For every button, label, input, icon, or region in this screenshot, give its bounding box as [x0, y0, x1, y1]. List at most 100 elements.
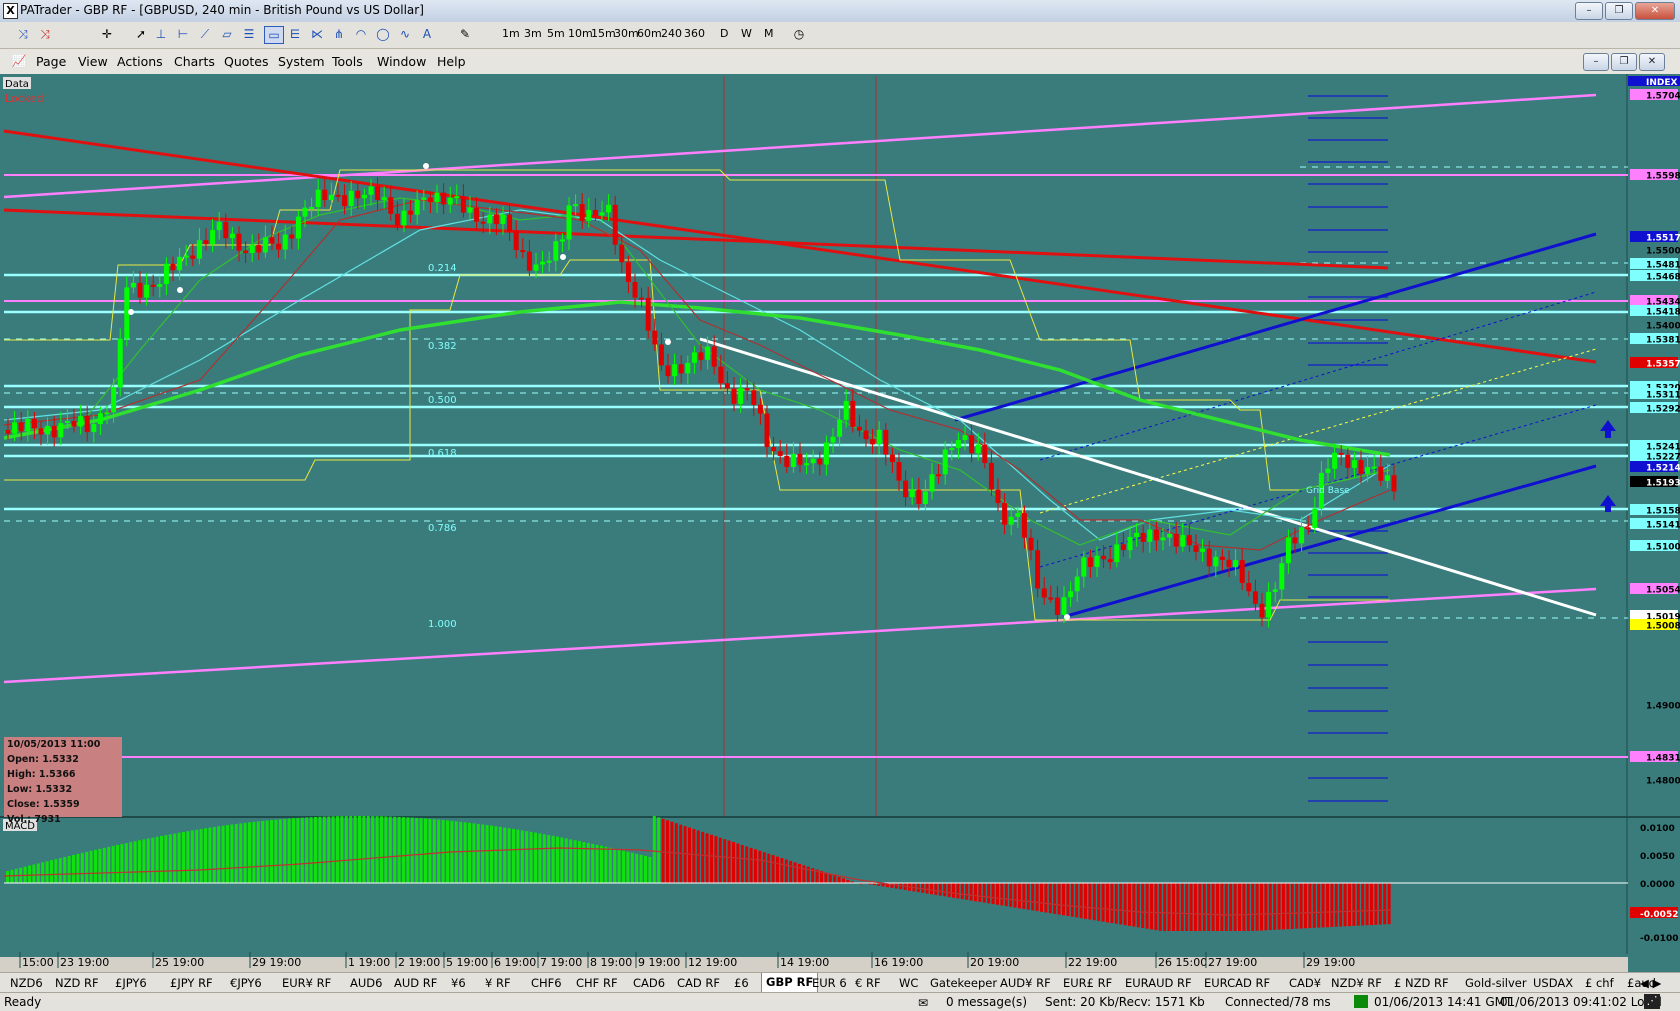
tab--nzd-rf[interactable]: £ NZD RF [1394, 976, 1449, 990]
resize-grip-icon[interactable]: ⋰ [1644, 994, 1660, 1009]
macd-bar [569, 839, 572, 883]
macd-bar [406, 817, 409, 883]
pen-icon[interactable]: ✎ [456, 26, 474, 42]
fib-fan-icon[interactable]: ⋿ [286, 26, 304, 42]
candle-body [19, 422, 24, 431]
status-messages[interactable]: 0 message(s) [946, 995, 1027, 1009]
ellipse-icon[interactable]: ◯ [374, 26, 392, 42]
text-icon[interactable]: A [418, 26, 436, 42]
mdi-close-button[interactable]: ✕ [1639, 53, 1665, 71]
tab-chf6[interactable]: CHF6 [531, 976, 562, 990]
trendline-icon[interactable]: ⟋ [196, 26, 214, 42]
timeframe-10m[interactable]: 10m [568, 27, 593, 40]
tab--jpy-rf[interactable]: £JPY RF [170, 976, 213, 990]
tab--rf[interactable]: ¥ RF [485, 976, 511, 990]
tab-eur-6[interactable]: EUR 6 [812, 976, 847, 990]
close-button[interactable]: ✕ [1635, 2, 1675, 20]
tab-cad-rf[interactable]: CAD RF [677, 976, 720, 990]
minimize-button[interactable]: – [1575, 2, 1603, 20]
candle-body [1121, 544, 1126, 550]
tab-chf-rf[interactable]: CHF RF [576, 976, 618, 990]
menu-actions[interactable]: Actions [117, 54, 163, 69]
menu-tools[interactable]: Tools [332, 54, 363, 69]
candle-body [276, 244, 281, 250]
gann-icon[interactable]: ⋉ [308, 26, 326, 42]
arc-icon[interactable]: ◠ [352, 26, 370, 42]
menu-system[interactable]: System [278, 54, 325, 69]
horizontal-line-icon[interactable]: ⊥ [152, 26, 170, 42]
mdi-minimize-button[interactable]: – [1583, 53, 1609, 71]
price-chart[interactable]: 0.214 0.382 0.500 0.618 0.786 1.000 Grid… [0, 74, 1680, 976]
tab-cad-[interactable]: CAD¥ [1289, 976, 1321, 990]
candle-body [78, 416, 83, 426]
tab--jpy6[interactable]: €JPY6 [230, 976, 262, 990]
timeframe-360[interactable]: 360 [684, 27, 705, 40]
candle-body [1345, 455, 1350, 468]
vertical-line-icon[interactable]: ⊢ [174, 26, 192, 42]
timeframe-d[interactable]: D [720, 27, 728, 40]
tab-wc[interactable]: WC [899, 976, 918, 990]
timeframe-w[interactable]: W [741, 27, 752, 40]
timeframe-3m[interactable]: 3m [524, 27, 542, 40]
maximize-button[interactable]: ❐ [1605, 2, 1633, 20]
crosshair-icon[interactable]: ✛ [98, 26, 116, 42]
tab-gbp-rf[interactable]: GBP RF [761, 973, 818, 993]
tab-gold-silver[interactable]: Gold-silver [1465, 976, 1527, 990]
menu-view[interactable]: View [78, 54, 108, 69]
tab-nzd6[interactable]: NZD6 [10, 976, 43, 990]
timeframe-5m[interactable]: 5m [547, 27, 565, 40]
menu-quotes[interactable]: Quotes [224, 54, 269, 69]
timeframe-15m[interactable]: 15m [591, 27, 616, 40]
price-tag: 1.5400 [1646, 322, 1680, 332]
tab--rf[interactable]: € RF [855, 976, 881, 990]
chart-menu-icon[interactable]: 📈 [10, 53, 28, 69]
tab-cad6[interactable]: CAD6 [633, 976, 665, 990]
candle-body [798, 454, 803, 465]
tab-aud6[interactable]: AUD6 [350, 976, 382, 990]
macd-bar [204, 828, 207, 883]
tab-nzd-rf[interactable]: NZD¥ RF [1331, 976, 1382, 990]
tab--6[interactable]: £6 [734, 976, 749, 990]
rectangle-icon[interactable]: ▭ [264, 26, 284, 44]
mdi-restore-button[interactable]: ❐ [1611, 53, 1637, 71]
tab-eur-rf[interactable]: EUR£ RF [1063, 976, 1112, 990]
menu-page[interactable]: Page [36, 54, 66, 69]
pitchfork-icon[interactable]: ⋔ [330, 26, 348, 42]
candle-body [501, 215, 506, 224]
fib-icon[interactable]: ☰ [240, 26, 258, 42]
tab--jpy6[interactable]: £JPY6 [115, 976, 147, 990]
menu-help[interactable]: Help [437, 54, 466, 69]
candle-body [738, 388, 743, 404]
tab-scroll-arrows[interactable]: ◀ ▶ [1640, 976, 1661, 990]
candle-body [923, 492, 928, 504]
menu-window[interactable]: Window [377, 54, 426, 69]
wave-icon[interactable]: ∿ [396, 26, 414, 42]
tab--6[interactable]: ¥6 [451, 976, 466, 990]
tab-eurcad-rf[interactable]: EURCAD RF [1204, 976, 1270, 990]
macd-bar [1273, 883, 1276, 930]
timeframe-60m[interactable]: 60m [637, 27, 662, 40]
tab--chf[interactable]: £ chf [1585, 976, 1614, 990]
clock-icon[interactable]: ◷ [790, 26, 808, 42]
price-tag: 1.5214 [1646, 464, 1680, 474]
timeframe-30m[interactable]: 30m [614, 27, 639, 40]
macd-bar [926, 883, 929, 893]
menu-charts[interactable]: Charts [174, 54, 215, 69]
arrange2-icon[interactable]: ⤨ [36, 26, 54, 42]
tab-eur-rf[interactable]: EUR¥ RF [282, 976, 331, 990]
timeframe-m[interactable]: M [764, 27, 774, 40]
candle-body [388, 197, 393, 214]
tab-nzd-rf[interactable]: NZD RF [55, 976, 99, 990]
pointer-icon[interactable]: ➚ [132, 26, 150, 42]
timeframe-240[interactable]: 240 [661, 27, 682, 40]
macd-bar [1018, 883, 1021, 908]
timeframe-1m[interactable]: 1m [502, 27, 520, 40]
tab-aud-rf[interactable]: AUD RF [394, 976, 437, 990]
tab-gatekeeper[interactable]: Gatekeeper [930, 976, 997, 990]
tab-usdax[interactable]: USDAX [1533, 976, 1573, 990]
tab-euraud-rf[interactable]: EURAUD RF [1125, 976, 1192, 990]
candle-body [1339, 453, 1344, 455]
arrange-icon[interactable]: ⤨ [14, 26, 32, 42]
channel-icon[interactable]: ▱ [218, 26, 236, 42]
tab-aud-rf[interactable]: AUD¥ RF [1000, 976, 1051, 990]
